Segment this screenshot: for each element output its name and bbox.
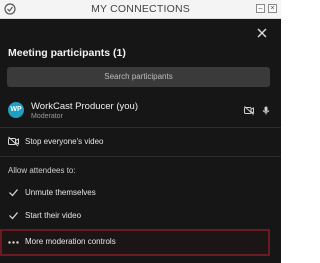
search-participants-input[interactable]: Search participants: [7, 67, 270, 87]
stop-video-label: Stop everyone's video: [25, 137, 104, 146]
minimize-icon[interactable]: –: [256, 4, 265, 13]
microphone-icon[interactable]: [261, 106, 271, 115]
connections-panel: Meeting participants (1) Search particip…: [0, 19, 281, 263]
start-video-label: Start their video: [25, 211, 82, 220]
allow-attendees-heading: Allow attendees to:: [8, 166, 76, 175]
more-moderation-controls-button[interactable]: More moderation controls: [0, 229, 270, 256]
checkmark-icon: [9, 189, 18, 197]
participant-name: WorkCast Producer (you): [31, 101, 138, 112]
window-title: MY CONNECTIONS: [91, 3, 190, 15]
unmute-themselves-toggle[interactable]: Unmute themselves: [0, 183, 281, 203]
avatar: WP: [8, 102, 24, 118]
unmute-label: Unmute themselves: [25, 188, 96, 197]
more-moderation-label: More moderation controls: [25, 237, 116, 246]
video-off-icon[interactable]: [244, 106, 254, 115]
participants-heading: Meeting participants (1): [8, 47, 126, 59]
stop-everyones-video-button[interactable]: Stop everyone's video: [0, 132, 281, 152]
window-titlebar: MY CONNECTIONS – ×: [0, 0, 281, 19]
divider: [0, 156, 281, 157]
close-icon[interactable]: [255, 26, 269, 40]
more-options-icon: [8, 241, 19, 244]
checkmark-icon: [9, 212, 18, 220]
divider: [0, 127, 281, 128]
video-off-icon: [8, 136, 19, 147]
start-their-video-toggle[interactable]: Start their video: [0, 206, 281, 226]
participant-role: Moderator: [31, 113, 63, 120]
window-close-icon[interactable]: ×: [268, 4, 277, 13]
